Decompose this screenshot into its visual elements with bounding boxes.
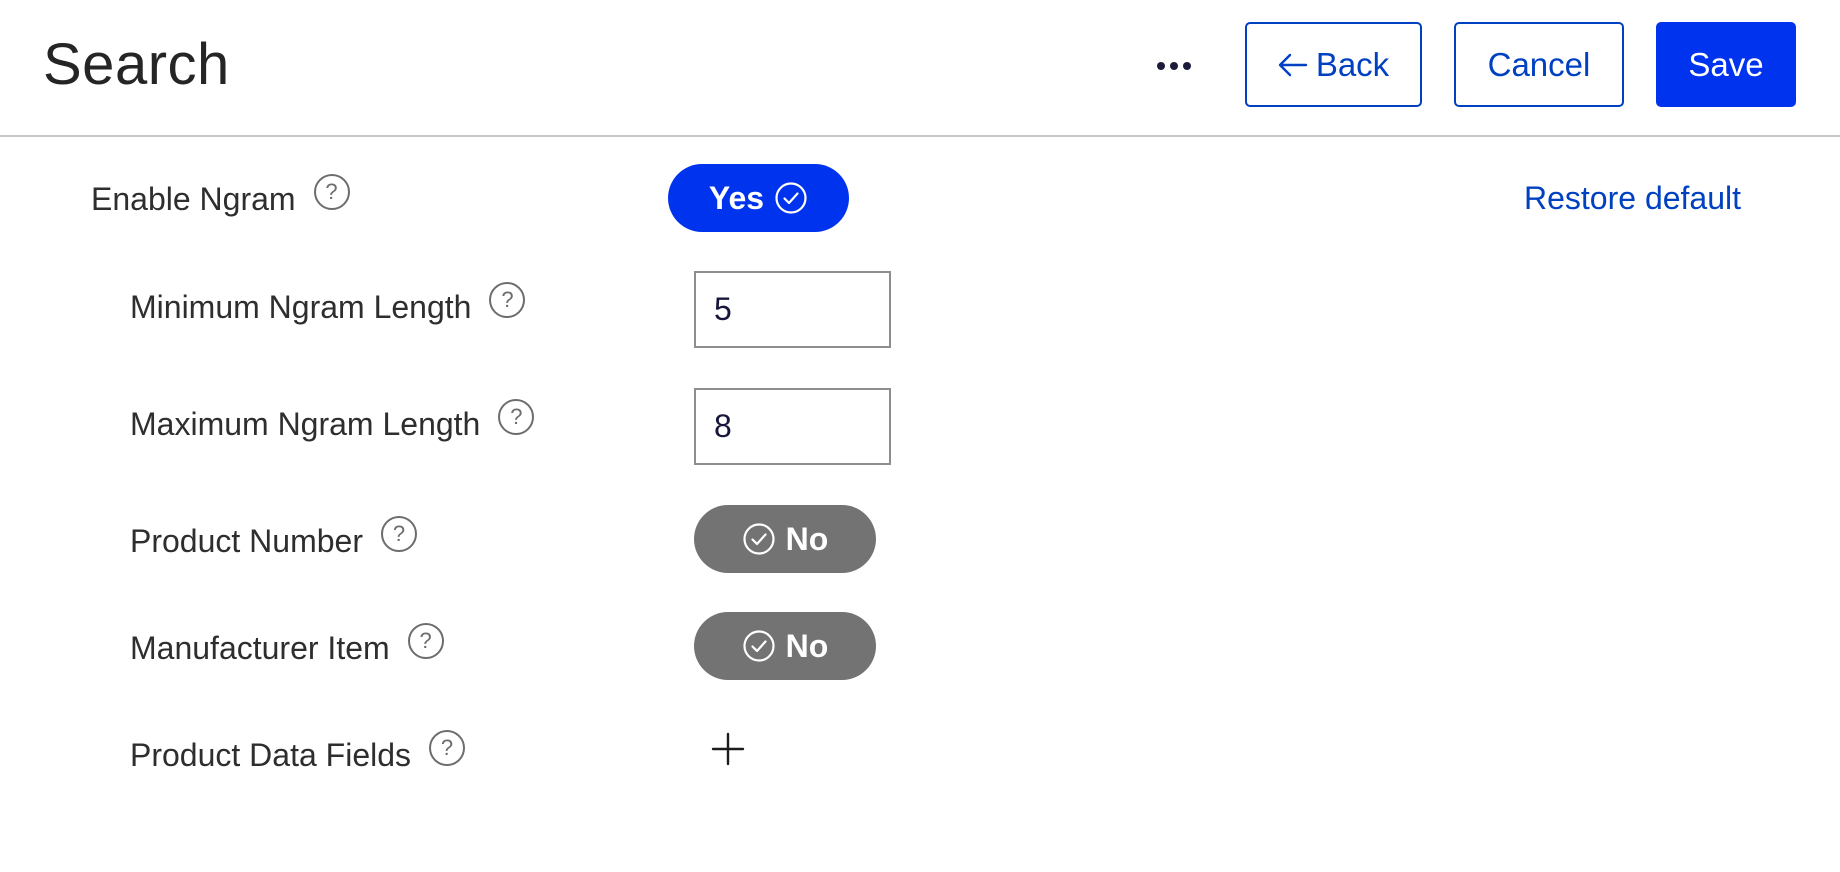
product-number-toggle[interactable]: No	[694, 505, 876, 573]
manufacturer-item-row: Manufacturer Item ?	[130, 622, 444, 667]
max-ngram-row: Maximum Ngram Length ?	[130, 398, 535, 443]
restore-default-link[interactable]: Restore default	[1524, 180, 1741, 217]
product-data-fields-row: Product Data Fields ?	[130, 729, 466, 774]
min-ngram-row: Minimum Ngram Length ?	[130, 281, 526, 326]
more-horizontal-icon	[1157, 62, 1165, 70]
check-circle-icon	[742, 629, 776, 663]
cancel-button[interactable]: Cancel	[1454, 22, 1624, 107]
page-header: Search Back Cancel Save	[0, 0, 1840, 137]
max-ngram-label: Maximum Ngram Length	[130, 406, 481, 442]
min-ngram-help-icon[interactable]: ?	[489, 281, 526, 318]
check-circle-icon	[742, 522, 776, 556]
check-circle-icon	[774, 181, 808, 215]
manufacturer-item-toggle[interactable]: No	[694, 612, 876, 680]
max-ngram-input[interactable]	[694, 388, 891, 465]
min-ngram-label: Minimum Ngram Length	[130, 289, 472, 325]
enable-ngram-row: Enable Ngram ?	[91, 173, 350, 218]
arrow-left-icon	[1278, 53, 1308, 77]
min-ngram-input[interactable]	[694, 271, 891, 348]
more-options-button[interactable]	[1148, 44, 1200, 88]
save-button[interactable]: Save	[1656, 22, 1796, 107]
product-number-help-icon[interactable]: ?	[380, 515, 417, 552]
save-button-label: Save	[1688, 45, 1764, 83]
product-data-fields-help-icon[interactable]: ?	[429, 729, 466, 766]
manufacturer-item-label: Manufacturer Item	[130, 630, 390, 666]
back-button[interactable]: Back	[1245, 22, 1422, 107]
plus-icon[interactable]	[710, 731, 746, 767]
manufacturer-item-help-icon[interactable]: ?	[407, 622, 444, 659]
manufacturer-item-toggle-label: No	[785, 627, 829, 664]
enable-ngram-toggle[interactable]: Yes	[668, 164, 849, 232]
product-number-label: Product Number	[130, 523, 363, 559]
max-ngram-help-icon[interactable]: ?	[498, 398, 535, 435]
enable-ngram-help-icon[interactable]: ?	[313, 173, 350, 210]
product-number-toggle-label: No	[785, 520, 829, 557]
cancel-button-label: Cancel	[1487, 45, 1591, 83]
enable-ngram-label: Enable Ngram	[91, 181, 296, 217]
back-button-label: Back	[1315, 45, 1390, 83]
page-title: Search	[43, 32, 230, 97]
product-data-fields-label: Product Data Fields	[130, 737, 412, 773]
product-number-row: Product Number ?	[130, 515, 417, 560]
enable-ngram-toggle-label: Yes	[708, 179, 765, 216]
